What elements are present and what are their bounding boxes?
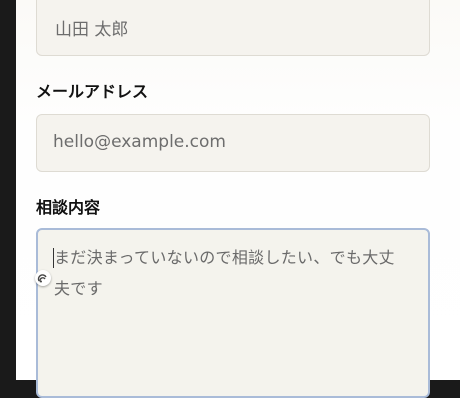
ring-arcs-icon[interactable] [35,270,51,286]
consult-textarea-value: まだ決まっていないので相談したい、でも大丈夫です [54,248,395,298]
email-label: メールアドレス [36,82,149,101]
contact-form: 山田 太郎 メールアドレス hello@example.com 相談内容 まだ決… [16,0,460,398]
name-field[interactable]: 山田 太郎 [36,0,430,56]
text-caret [53,248,54,268]
email-field[interactable]: hello@example.com [36,114,430,172]
email-field-placeholder: hello@example.com [53,132,226,152]
consult-textarea[interactable]: まだ決まっていないので相談したい、でも大丈夫です [36,228,430,398]
consult-label: 相談内容 [36,198,101,217]
name-field-value: 山田 太郎 [55,20,129,40]
